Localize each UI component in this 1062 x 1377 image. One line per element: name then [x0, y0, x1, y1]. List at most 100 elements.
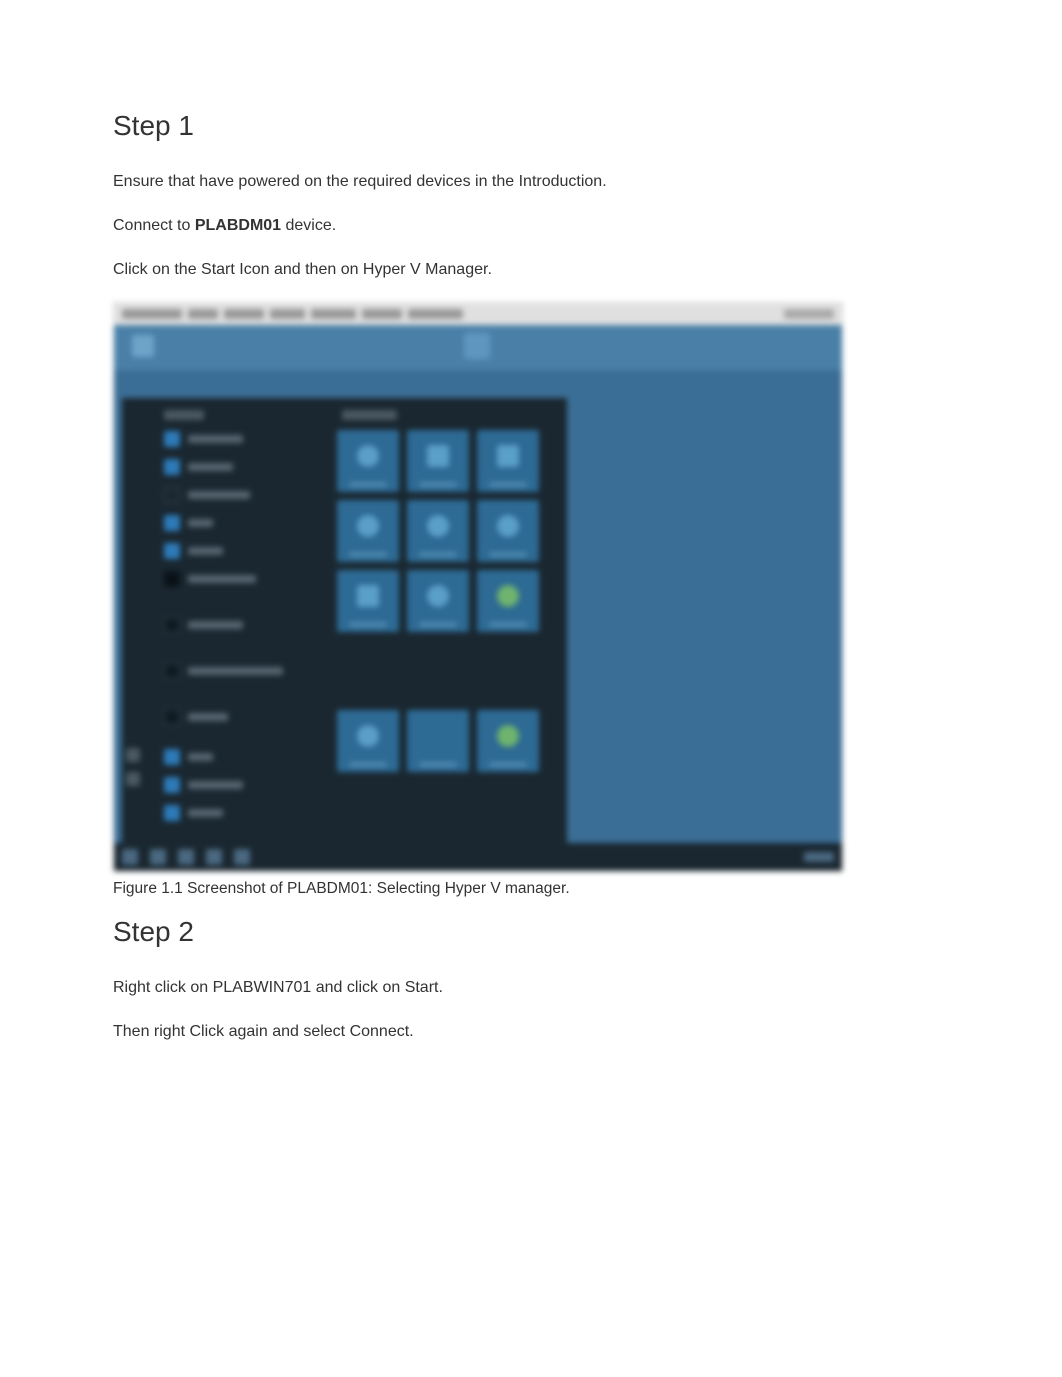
tile-icon [427, 585, 449, 607]
app-label [188, 781, 243, 789]
tile[interactable] [407, 570, 469, 632]
tile[interactable] [477, 710, 539, 772]
app-label [188, 713, 228, 721]
tile[interactable] [337, 500, 399, 562]
list-item[interactable] [164, 748, 319, 766]
app-icon [164, 543, 180, 559]
app-icon [164, 777, 180, 793]
figure-1-container: Figure 1.1 Screenshot of PLABDM01: Selec… [113, 302, 843, 898]
app-icon [164, 571, 180, 587]
list-item[interactable] [164, 430, 319, 448]
tile[interactable] [337, 710, 399, 772]
taskbar-icon[interactable] [206, 849, 222, 865]
tile[interactable] [477, 430, 539, 492]
taskbar [114, 843, 842, 871]
tile-label [419, 482, 457, 487]
list-item[interactable] [164, 776, 319, 794]
tile-icon [497, 445, 519, 467]
tile-label [419, 552, 457, 557]
tile-label [349, 762, 387, 767]
list-item[interactable] [164, 804, 319, 822]
app-icon [164, 431, 180, 447]
taskbar-icon[interactable] [178, 849, 194, 865]
start-tiles-grid [337, 430, 562, 772]
app-icon [164, 515, 180, 531]
start-app-list [164, 430, 319, 736]
subtitle-center-icon [464, 333, 490, 359]
tile[interactable] [407, 430, 469, 492]
figure-1-image [113, 302, 843, 872]
tile-label [489, 552, 527, 557]
tile-icon [427, 515, 449, 537]
start-sidebar [126, 748, 144, 796]
tile-icon [357, 585, 379, 607]
app-label [188, 667, 283, 675]
window-subtitle-bar [114, 325, 842, 370]
app-label [188, 547, 223, 555]
tile[interactable] [407, 710, 469, 772]
list-item[interactable] [164, 514, 319, 532]
app-icon [164, 709, 180, 725]
tile-icon [357, 515, 379, 537]
tile[interactable] [337, 430, 399, 492]
sidebar-icon[interactable] [126, 772, 140, 786]
title-bar-right [784, 309, 834, 319]
list-item[interactable] [164, 708, 319, 726]
step2-text-1: Right click on PLABWIN701 and click on S… [113, 976, 952, 1000]
list-item[interactable] [164, 616, 319, 634]
taskbar-tray[interactable] [804, 852, 834, 862]
app-icon [164, 617, 180, 633]
tile-icon [357, 725, 379, 747]
subtitle-icon [132, 335, 154, 357]
title-segment [362, 309, 402, 319]
step1-text-3: Click on the Start Icon and then on Hype… [113, 258, 952, 282]
tile[interactable] [477, 570, 539, 632]
app-icon [164, 749, 180, 765]
list-item[interactable] [164, 570, 319, 588]
title-right-seg [784, 309, 834, 319]
app-label [188, 463, 233, 471]
list-item[interactable] [164, 486, 319, 504]
tile-label [349, 482, 387, 487]
app-label [188, 753, 213, 761]
list-item[interactable] [164, 662, 319, 680]
step1-text-2: Connect to PLABDM01 device. [113, 214, 952, 238]
app-icon [164, 663, 180, 679]
app-icon [164, 805, 180, 821]
tile-label [489, 482, 527, 487]
taskbar-icon[interactable] [150, 849, 166, 865]
sidebar-icon[interactable] [126, 748, 140, 762]
step2-heading: Step 2 [113, 916, 952, 948]
step1-text-2-suffix: device. [281, 217, 336, 234]
title-segment [408, 309, 463, 319]
tile-icon [427, 445, 449, 467]
app-icon [164, 459, 180, 475]
app-label [188, 621, 243, 629]
tile-icon [497, 725, 519, 747]
title-segment [122, 309, 182, 319]
start-icon[interactable] [122, 849, 138, 865]
app-label [188, 519, 213, 527]
tile[interactable] [477, 500, 539, 562]
step1-text-1: Ensure that have powered on the required… [113, 170, 952, 194]
start-header-left [164, 410, 204, 420]
title-segment [311, 309, 356, 319]
step1-heading: Step 1 [113, 110, 952, 142]
start-menu-panel [122, 398, 567, 843]
tile[interactable] [407, 500, 469, 562]
tile-label [489, 622, 527, 627]
tile-icon [497, 585, 519, 607]
app-label [188, 575, 256, 583]
tile-label [419, 622, 457, 627]
tile[interactable] [337, 570, 399, 632]
list-item[interactable] [164, 542, 319, 560]
window-title-bar [114, 303, 842, 325]
tile-label [349, 622, 387, 627]
tile-label [349, 552, 387, 557]
tile-label [419, 762, 457, 767]
list-item[interactable] [164, 458, 319, 476]
taskbar-icon[interactable] [234, 849, 250, 865]
tile-icon [357, 445, 379, 467]
step1-text-2-prefix: Connect to [113, 217, 195, 234]
app-label [188, 491, 250, 499]
